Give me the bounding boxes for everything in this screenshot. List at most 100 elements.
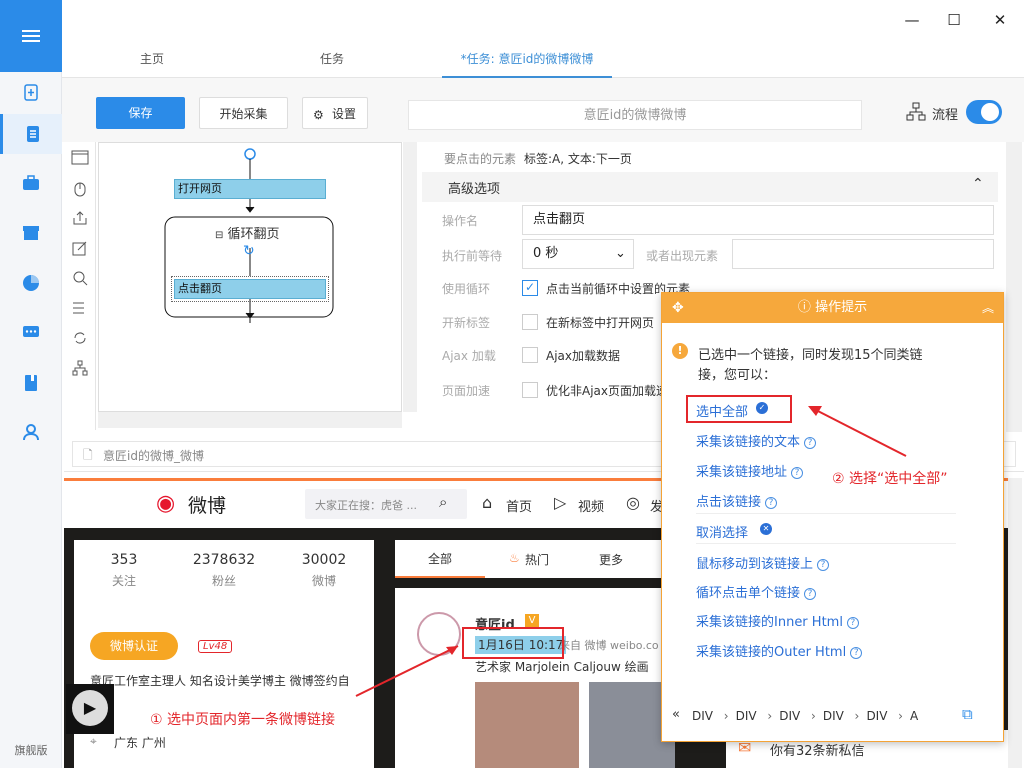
element-path: DIV › DIV › DIV › DIV › DIV › A <box>692 709 922 723</box>
settings-label: 设置 <box>331 107 356 121</box>
canvas-vertical-scrollbar[interactable] <box>403 142 417 412</box>
select-all-highlight <box>686 395 792 423</box>
path-node[interactable]: DIV <box>866 709 898 723</box>
hint-header[interactable]: ✥ ⓘ 操作提示 ︽ <box>662 293 1003 323</box>
flow-canvas[interactable]: 打开网页 ⊟ 循环翻页 ↻ 点击翻页 <box>98 142 402 412</box>
loop-label: 循环翻页 <box>227 227 280 242</box>
nav-home[interactable]: 首页 <box>506 496 532 515</box>
annotation-step-1: ① 选中页面内第一条微博链接 <box>150 712 336 728</box>
start-collect-button[interactable]: 开始采集 <box>199 97 288 129</box>
help-icon: ? <box>765 496 778 509</box>
close-icon[interactable]: ✕ <box>990 10 1010 30</box>
loop-tool-icon[interactable] <box>68 326 92 350</box>
hint-title: 操作提示 <box>815 300 868 315</box>
move-icon[interactable]: ✥ <box>672 293 684 323</box>
weibo-logo[interactable]: 微博 <box>188 491 226 518</box>
feed-tabs: 全部 ♨ 热门 更多 <box>395 540 675 578</box>
collect-href-link[interactable]: 采集该链接地址? <box>696 461 804 480</box>
condition-tool-icon[interactable] <box>68 356 92 380</box>
save-button[interactable]: 保存 <box>96 97 185 129</box>
path-node[interactable]: DIV <box>692 709 724 723</box>
tab-more[interactable]: 更多 <box>599 551 623 568</box>
op-name-input[interactable]: 点击翻页 <box>522 205 994 235</box>
hot-icon: ♨ <box>509 551 520 565</box>
cancel-selection-label: 取消选择 <box>696 526 749 541</box>
extract-tool-icon[interactable] <box>68 206 92 230</box>
weibo-logo-icon: ◉ <box>156 491 176 516</box>
home-icon: ⌂ <box>482 493 493 512</box>
properties-scrollbar[interactable] <box>1006 142 1022 432</box>
nav-video[interactable]: 视频 <box>578 496 604 515</box>
message-icon[interactable] <box>0 313 62 353</box>
maximize-icon[interactable]: ☐ <box>944 10 964 30</box>
settings-button[interactable]: ⚙ 设置 <box>302 97 368 129</box>
level-badge: Lv48 <box>198 640 233 653</box>
video-player[interactable]: ▶ <box>66 684 114 734</box>
ajax-checkbox[interactable] <box>522 347 538 363</box>
or-appear-input[interactable] <box>732 239 994 269</box>
switch-tool-icon[interactable] <box>68 296 92 320</box>
flow-node-click-page[interactable]: 点击翻页 <box>171 276 329 302</box>
open-page-tool-icon[interactable] <box>68 146 92 170</box>
store-icon[interactable] <box>0 213 62 253</box>
stat-fans-label: 粉丝 <box>211 574 236 588</box>
minimize-icon[interactable]: — <box>902 10 922 30</box>
book-icon[interactable] <box>0 363 62 403</box>
stat-follow-count: 353 <box>110 552 138 568</box>
flow-icon <box>906 102 926 125</box>
help-icon: ? <box>804 587 817 600</box>
search-icon[interactable]: ⌕ <box>439 493 447 511</box>
speed-checkbox[interactable] <box>522 382 538 398</box>
path-node[interactable]: DIV <box>823 709 855 723</box>
user-icon[interactable] <box>0 412 62 452</box>
tab-tasks[interactable]: 任务 <box>302 40 362 78</box>
weibo-search-input[interactable]: 大家正在搜：虎爸 ... ⌕ <box>305 489 467 519</box>
element-label: 要点击的元素 <box>444 152 517 166</box>
click-tool-icon[interactable] <box>68 176 92 200</box>
collect-text-link[interactable]: 采集该链接的文本? <box>696 431 817 450</box>
captcha-tool-icon[interactable] <box>68 266 92 290</box>
collapse-up-icon[interactable]: ︽ <box>982 293 994 323</box>
advanced-header[interactable]: 高级选项 ⌃ <box>422 172 998 202</box>
tab-all[interactable]: 全部 <box>395 540 485 578</box>
verify-badge[interactable]: 微博认证 <box>90 632 178 660</box>
play-icon[interactable]: ▶ <box>72 690 108 726</box>
canvas-horizontal-scrollbar[interactable] <box>98 412 402 428</box>
path-node[interactable]: DIV <box>779 709 811 723</box>
toolbox-icon[interactable] <box>0 163 62 203</box>
path-separator: › <box>723 709 729 723</box>
click-link-option[interactable]: 点击该链接? <box>696 491 778 510</box>
newtab-text: 在新标签中打开网页 <box>546 316 655 330</box>
path-node[interactable]: DIV <box>736 709 768 723</box>
message-text[interactable]: 你有32条新私信 <box>770 740 865 759</box>
help-icon: ? <box>791 466 804 479</box>
newtab-checkbox[interactable] <box>522 314 538 330</box>
input-tool-icon[interactable] <box>68 236 92 260</box>
loop-click-option[interactable]: 循环点击单个链接? <box>696 582 817 601</box>
discover-icon: ◎ <box>626 493 640 512</box>
tab-current-task[interactable]: *任务: 意匠id的微博微博 <box>442 40 612 78</box>
task-list-icon[interactable] <box>0 114 62 154</box>
tab-home[interactable]: 主页 <box>122 40 182 78</box>
menu-icon[interactable] <box>0 0 62 72</box>
flow-node-loop[interactable]: ⊟ 循环翻页 <box>215 223 280 242</box>
new-task-icon[interactable] <box>0 72 62 112</box>
path-separator: › <box>854 709 860 723</box>
hover-link-option[interactable]: 鼠标移动到该链接上? <box>696 553 830 572</box>
task-name-field[interactable]: 意匠id的微博微博 <box>408 100 862 130</box>
collect-text-label: 采集该链接的文本 <box>696 435 801 450</box>
flow-toggle[interactable] <box>966 100 1002 124</box>
stat-fans-count: 2378632 <box>192 552 256 568</box>
path-node[interactable]: A <box>910 709 922 723</box>
loop-checkbox[interactable]: ✓ <box>522 280 538 296</box>
op-name-label: 操作名 <box>442 214 479 228</box>
divider <box>696 513 956 514</box>
cancel-selection-link[interactable]: 取消选择 ✕ <box>696 522 772 541</box>
collapse-icon[interactable]: ⊟ <box>215 230 223 241</box>
wait-select[interactable]: 0 秒 ⌄ <box>522 239 634 269</box>
chevron-up-icon[interactable]: ⌃ <box>972 176 984 192</box>
flow-node-open-page[interactable]: 打开网页 <box>174 179 326 199</box>
chart-icon[interactable] <box>0 263 62 303</box>
url-text: 意匠id的微博_微博 <box>103 449 204 463</box>
tab-hot[interactable]: 热门 <box>525 551 549 568</box>
